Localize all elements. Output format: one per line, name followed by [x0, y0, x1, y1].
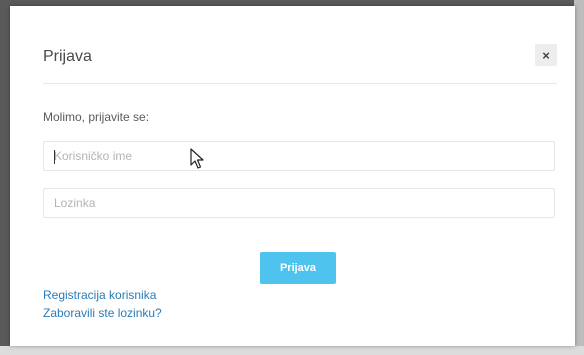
close-button[interactable]: ×: [535, 44, 557, 66]
close-icon: ×: [542, 47, 550, 63]
username-input[interactable]: [43, 141, 555, 171]
backdrop-right: [574, 0, 584, 355]
password-input[interactable]: [43, 188, 555, 218]
modal-title: Prijava: [43, 48, 92, 65]
forgot-password-link[interactable]: Zaboravili ste lozinku?: [43, 306, 162, 320]
login-prompt: Molimo, prijavite se:: [43, 110, 150, 124]
login-modal: Prijava × Molimo, prijavite se: Prijava …: [10, 6, 575, 346]
login-button[interactable]: Prijava: [260, 252, 336, 284]
backdrop-bottom: [0, 346, 584, 355]
mouse-pointer-icon: [190, 148, 204, 169]
register-link[interactable]: Registracija korisnika: [43, 288, 156, 302]
text-cursor: [54, 150, 55, 164]
header-divider: [43, 83, 557, 84]
